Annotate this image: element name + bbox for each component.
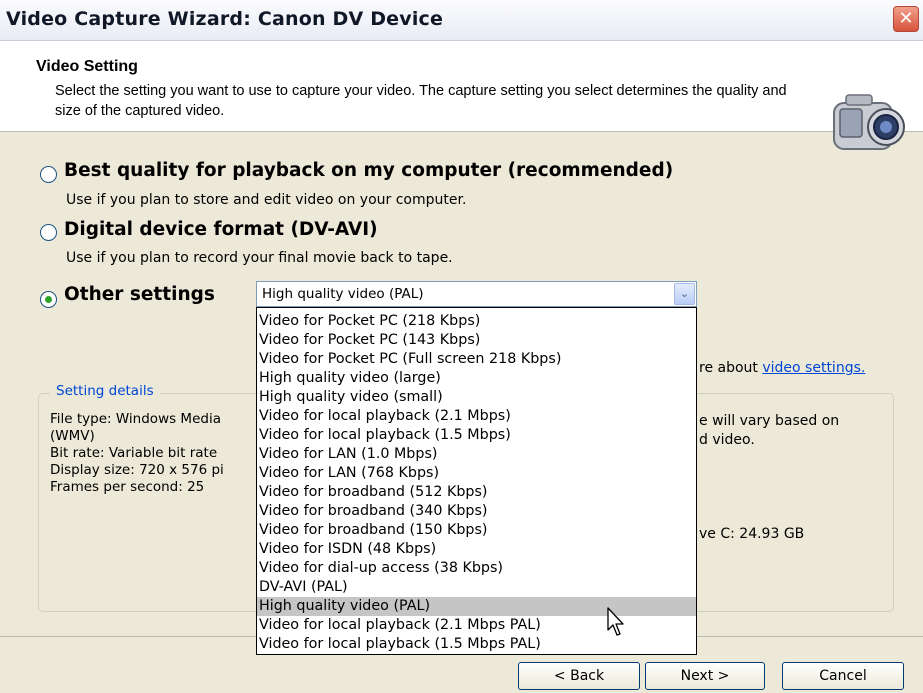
cancel-button[interactable]: Cancel	[782, 662, 904, 690]
video-settings-link[interactable]: video settings.	[762, 360, 865, 376]
chevron-down-icon: ⌄	[679, 287, 690, 300]
option-label-best-quality[interactable]: Best quality for playback on my computer…	[64, 160, 673, 181]
dropdown-option[interactable]: Video for local playback (2.1 Mbps PAL)	[257, 616, 696, 635]
next-button[interactable]: Next >	[645, 662, 765, 690]
dropdown-option[interactable]: Video for broadband (340 Kbps)	[257, 502, 696, 521]
mouse-cursor-icon	[607, 607, 624, 636]
title-bar: Video Capture Wizard: Canon DV Device ✕	[0, 0, 923, 41]
detail-file-type: File type: Windows Media	[50, 411, 221, 427]
dropdown-option[interactable]: Video for broadband (512 Kbps)	[257, 483, 696, 502]
radio-selected-dot	[45, 296, 52, 303]
wizard-header: Video Setting Select the setting you wan…	[0, 41, 923, 150]
combobox-dropdown-button[interactable]: ⌄	[674, 283, 695, 305]
detail-frames: Frames per second: 25	[50, 479, 205, 495]
setting-details-legend: Setting details	[50, 383, 160, 399]
dropdown-option[interactable]: High quality video (small)	[257, 388, 696, 407]
dropdown-option[interactable]: Video for ISDN (48 Kbps)	[257, 540, 696, 559]
close-icon: ✕	[898, 8, 914, 29]
dropdown-option[interactable]: Video for Pocket PC (Full screen 218 Kbp…	[257, 350, 696, 369]
dropdown-option[interactable]: Video for local playback (1.5 Mbps)	[257, 426, 696, 445]
learn-more-prefix: re about	[699, 360, 763, 376]
dropdown-option[interactable]: Video for local playback (2.1 Mbps)	[257, 407, 696, 426]
dropdown-option[interactable]: Video for Pocket PC (218 Kbps)	[257, 312, 696, 331]
detail-display-size: Display size: 720 x 576 pi	[50, 462, 224, 478]
radio-other-settings[interactable]	[40, 291, 57, 308]
detail-size-note-1: e will vary based on	[699, 413, 840, 429]
camcorder-icon	[833, 94, 905, 150]
radio-dv-avi[interactable]	[40, 224, 57, 241]
dropdown-option[interactable]: DV-AVI (PAL)	[257, 578, 696, 597]
settings-dropdown-list[interactable]: Video for Pocket PC (218 Kbps) Video for …	[256, 307, 697, 655]
page-description: Select the setting you want to use to ca…	[55, 83, 787, 119]
setting-details-text: File type: Windows Media (WMV) Bit rate:…	[50, 411, 224, 496]
option-desc-dv-avi: Use if you plan to record your final mov…	[66, 250, 453, 266]
dropdown-option[interactable]: Video for dial-up access (38 Kbps)	[257, 559, 696, 578]
combobox-value: High quality video (PAL)	[262, 286, 424, 302]
dropdown-option[interactable]: Video for LAN (768 Kbps)	[257, 464, 696, 483]
window-title: Video Capture Wizard: Canon DV Device	[6, 8, 444, 30]
dropdown-option[interactable]: Video for LAN (1.0 Mbps)	[257, 445, 696, 464]
detail-file-type-ext: (WMV)	[50, 428, 95, 444]
dropdown-option[interactable]: High quality video (PAL)	[257, 597, 696, 616]
back-button[interactable]: < Back	[518, 662, 640, 690]
detail-size-note-2: d video.	[699, 432, 755, 448]
dropdown-option[interactable]: Video for local playback (1.5 Mbps PAL)	[257, 635, 696, 654]
detail-bit-rate: Bit rate: Variable bit rate	[50, 445, 218, 461]
dropdown-option[interactable]: High quality video (large)	[257, 369, 696, 388]
learn-more-text: re about video settings.	[699, 360, 865, 376]
option-desc-best-quality: Use if you plan to store and edit video …	[66, 192, 467, 208]
radio-best-quality[interactable]	[40, 166, 57, 183]
page-title: Video Setting	[36, 58, 138, 75]
option-label-dv-avi[interactable]: Digital device format (DV-AVI)	[64, 219, 378, 240]
disk-space-text: ve C: 24.93 GB	[699, 526, 805, 542]
close-button[interactable]: ✕	[893, 6, 919, 32]
dropdown-option[interactable]: Video for broadband (150 Kbps)	[257, 521, 696, 540]
settings-combobox[interactable]: High quality video (PAL) ⌄	[256, 281, 697, 307]
dropdown-option[interactable]: Video for Pocket PC (143 Kbps)	[257, 331, 696, 350]
option-label-other-settings[interactable]: Other settings	[64, 284, 215, 305]
